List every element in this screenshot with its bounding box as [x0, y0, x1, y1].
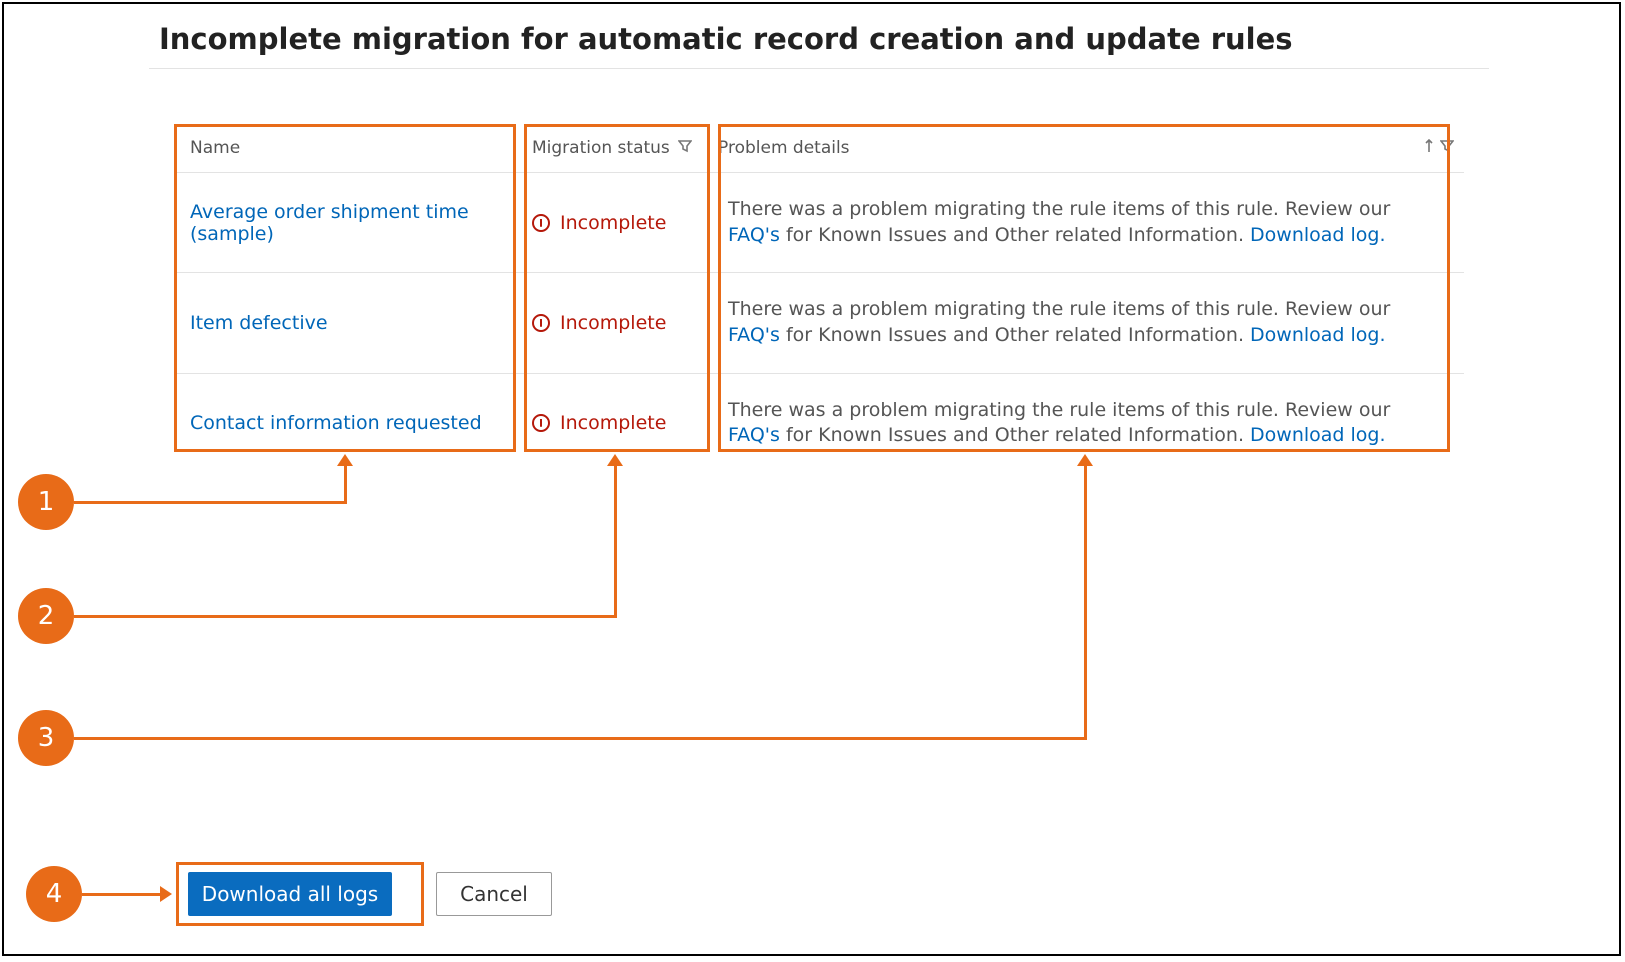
annotation-arrow: [607, 454, 623, 466]
col-header-name[interactable]: Name: [174, 124, 516, 172]
table-row: Contact information requested Incomplete…: [174, 373, 1464, 473]
annotation-arrow: [1077, 454, 1093, 466]
faq-link[interactable]: FAQ's: [728, 424, 780, 446]
table-header-row: Name Migration status Problem details: [174, 124, 1464, 172]
col-header-details-label: Problem details: [718, 138, 850, 158]
col-header-status[interactable]: Migration status: [516, 124, 702, 172]
cancel-button[interactable]: Cancel: [436, 872, 552, 916]
callout-badge-4: 4: [26, 866, 82, 922]
rule-name-link[interactable]: Contact information requested: [190, 412, 482, 434]
title-divider: [149, 68, 1489, 69]
callout-badge-1: 1: [18, 474, 74, 530]
rule-name-link[interactable]: Average order shipment time (sample): [190, 201, 502, 245]
filter-icon[interactable]: [678, 138, 692, 158]
annotation-arrow: [337, 454, 353, 466]
col-header-status-label: Migration status: [532, 138, 670, 158]
annotation-connector: [614, 466, 617, 618]
problem-details-text: There was a problem migrating the rule i…: [718, 183, 1450, 262]
download-log-link[interactable]: Download log.: [1250, 324, 1386, 346]
annotation-connector: [1084, 466, 1087, 740]
col-header-name-label: Name: [190, 138, 240, 158]
status-text: Incomplete: [560, 212, 666, 234]
error-icon: [532, 314, 550, 332]
filter-icon[interactable]: [1440, 138, 1454, 158]
download-all-logs-button[interactable]: Download all logs: [188, 872, 392, 916]
table-row: Item defective Incomplete There was a pr…: [174, 272, 1464, 372]
annotation-connector: [74, 501, 346, 504]
error-icon: [532, 414, 550, 432]
download-log-link[interactable]: Download log.: [1250, 424, 1386, 446]
table-row: Average order shipment time (sample) Inc…: [174, 172, 1464, 272]
faq-link[interactable]: FAQ's: [728, 224, 780, 246]
col-header-details[interactable]: Problem details: [702, 124, 1464, 172]
download-log-link[interactable]: Download log.: [1250, 224, 1386, 246]
error-icon: [532, 214, 550, 232]
rule-name-link[interactable]: Item defective: [190, 312, 328, 334]
annotation-connector: [74, 737, 1086, 740]
sort-icon[interactable]: [1423, 138, 1435, 158]
annotation-connector: [74, 615, 616, 618]
problem-details-text: There was a problem migrating the rule i…: [718, 283, 1450, 362]
annotation-connector: [344, 466, 347, 504]
callout-badge-3: 3: [18, 710, 74, 766]
status-text: Incomplete: [560, 312, 666, 334]
annotation-connector: [82, 893, 162, 896]
faq-link[interactable]: FAQ's: [728, 324, 780, 346]
status-text: Incomplete: [560, 412, 666, 434]
annotation-arrow: [160, 886, 172, 902]
problem-details-text: There was a problem migrating the rule i…: [718, 384, 1450, 463]
callout-badge-2: 2: [18, 588, 74, 644]
rules-table: Name Migration status Problem details: [174, 124, 1464, 473]
page-title: Incomplete migration for automatic recor…: [159, 22, 1293, 56]
